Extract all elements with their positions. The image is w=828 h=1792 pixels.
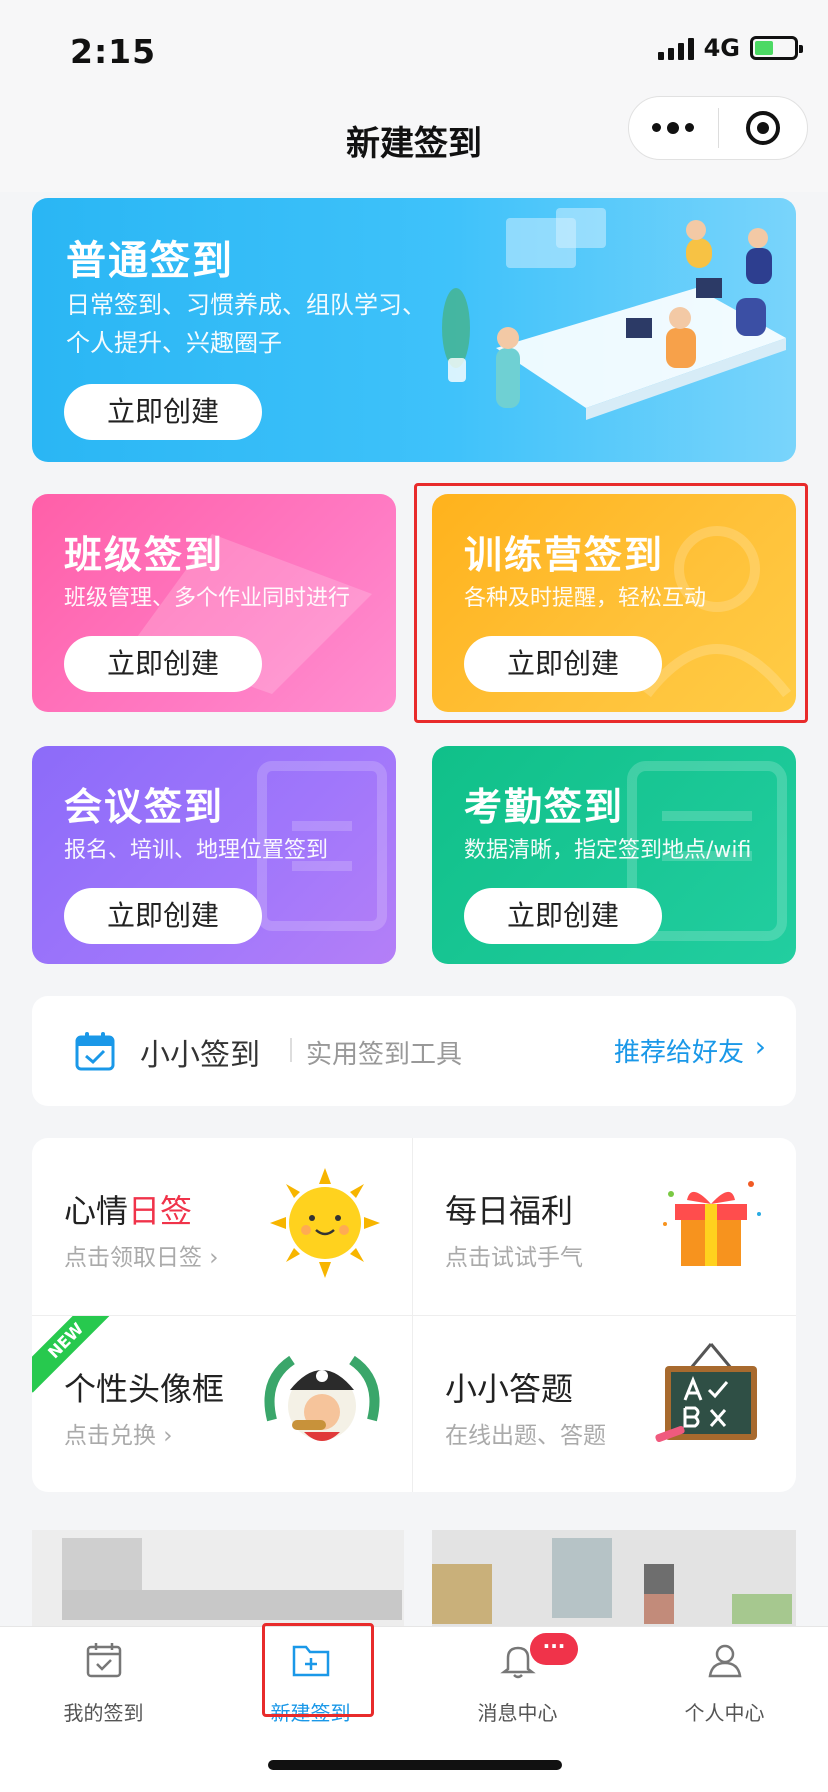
feature-desc: 点击试试手气 xyxy=(445,1245,583,1271)
signal-icon xyxy=(657,36,694,60)
card-description: 数据清晰，指定签到地点/wifi xyxy=(464,838,752,863)
blurred-ad-banner[interactable] xyxy=(32,1530,796,1626)
promo-bar[interactable]: 小小签到 实用签到工具 推荐给好友 › xyxy=(32,996,796,1106)
navigation-bar: 新建签到 xyxy=(0,96,828,192)
network-type: 4G xyxy=(703,34,740,62)
calendar-check-icon xyxy=(86,1643,121,1678)
create-button[interactable]: 立即创建 xyxy=(464,888,662,944)
close-target-icon[interactable] xyxy=(719,111,808,145)
chevron-right-icon: › xyxy=(754,1030,766,1063)
office-illustration xyxy=(442,208,786,420)
feature-title: 心情日签 xyxy=(64,1192,193,1230)
feature-title: 个性头像框 xyxy=(64,1370,225,1408)
pirate-avatar-icon xyxy=(264,1355,380,1441)
highlight-box-camp xyxy=(414,483,808,723)
app-tagline: 实用签到工具 xyxy=(306,1040,463,1070)
tab-label: 我的签到 xyxy=(63,1701,144,1725)
status-time: 2:15 xyxy=(70,32,157,71)
card-title: 会议签到 xyxy=(64,785,225,829)
card-meeting-checkin[interactable]: 会议签到 报名、培训、地理位置签到 立即创建 xyxy=(32,746,396,964)
status-bar: 2:15 4G xyxy=(0,0,828,96)
feature-desc: 在线出题、答题 xyxy=(445,1423,606,1449)
card-description: 日常签到、习惯养成、组队学习、 个人提升、兴趣圈子 xyxy=(66,291,426,357)
battery-icon xyxy=(750,36,803,60)
create-button[interactable]: 立即创建 xyxy=(64,636,262,692)
sun-icon xyxy=(270,1168,380,1278)
create-button[interactable]: 立即创建 xyxy=(64,384,262,440)
feature-quiz-card[interactable]: 小小答题 在线出题、答题 xyxy=(413,1316,793,1492)
feature-avatar-frame-card[interactable]: NEW 个性头像框 点击兑换 › xyxy=(32,1316,412,1492)
card-title: 考勤签到 xyxy=(464,785,625,829)
feature-mood-card[interactable]: 心情日签 点击领取日签 › xyxy=(32,1138,412,1315)
feature-grid: 心情日签 点击领取日签 › 每日福利 点击试试手气 NEW 个性头像框 点击兑换… xyxy=(32,1138,796,1492)
card-class-checkin[interactable]: 班级签到 班级管理、多个作业同时进行 立即创建 xyxy=(32,494,396,712)
card-description: 班级管理、多个作业同时进行 xyxy=(64,586,351,611)
calendar-check-icon xyxy=(75,1032,115,1071)
tab-label: 消息中心 xyxy=(477,1701,558,1725)
more-icon[interactable] xyxy=(629,121,718,134)
tab-label: 个人中心 xyxy=(684,1701,765,1725)
create-button[interactable]: 立即创建 xyxy=(64,888,262,944)
miniprogram-capsule xyxy=(628,96,808,160)
feature-desc: 点击领取日签 › xyxy=(64,1245,219,1271)
highlight-box-tab xyxy=(262,1623,374,1717)
card-description: 报名、培训、地理位置签到 xyxy=(64,838,329,863)
tab-personal-center[interactable]: 个人中心 xyxy=(621,1641,828,1731)
feature-title: 小小答题 xyxy=(445,1370,574,1408)
recommend-link[interactable]: 推荐给好友 xyxy=(614,1032,744,1069)
feature-welfare-card[interactable]: 每日福利 点击试试手气 xyxy=(413,1138,793,1315)
card-title: 班级签到 xyxy=(64,533,225,577)
person-icon xyxy=(708,1644,741,1678)
gift-icon xyxy=(663,1181,761,1266)
status-icons: 4G xyxy=(657,34,803,62)
feature-title: 每日福利 xyxy=(445,1192,574,1230)
blackboard-icon xyxy=(655,1343,757,1443)
app-name: 小小签到 xyxy=(140,1038,260,1073)
feature-desc: 点击兑换 › xyxy=(64,1423,173,1449)
message-badge: ··· xyxy=(530,1633,578,1665)
tab-message-center[interactable]: ··· 消息中心 xyxy=(414,1633,621,1731)
card-attendance-checkin[interactable]: 考勤签到 数据清晰，指定签到地点/wifi 立即创建 xyxy=(432,746,796,964)
home-indicator[interactable] xyxy=(268,1760,562,1770)
card-normal-checkin[interactable]: 普通签到 日常签到、习惯养成、组队学习、 个人提升、兴趣圈子 立即创建 xyxy=(32,198,796,462)
card-title: 普通签到 xyxy=(66,238,234,284)
tab-my-checkin[interactable]: 我的签到 xyxy=(0,1641,207,1731)
